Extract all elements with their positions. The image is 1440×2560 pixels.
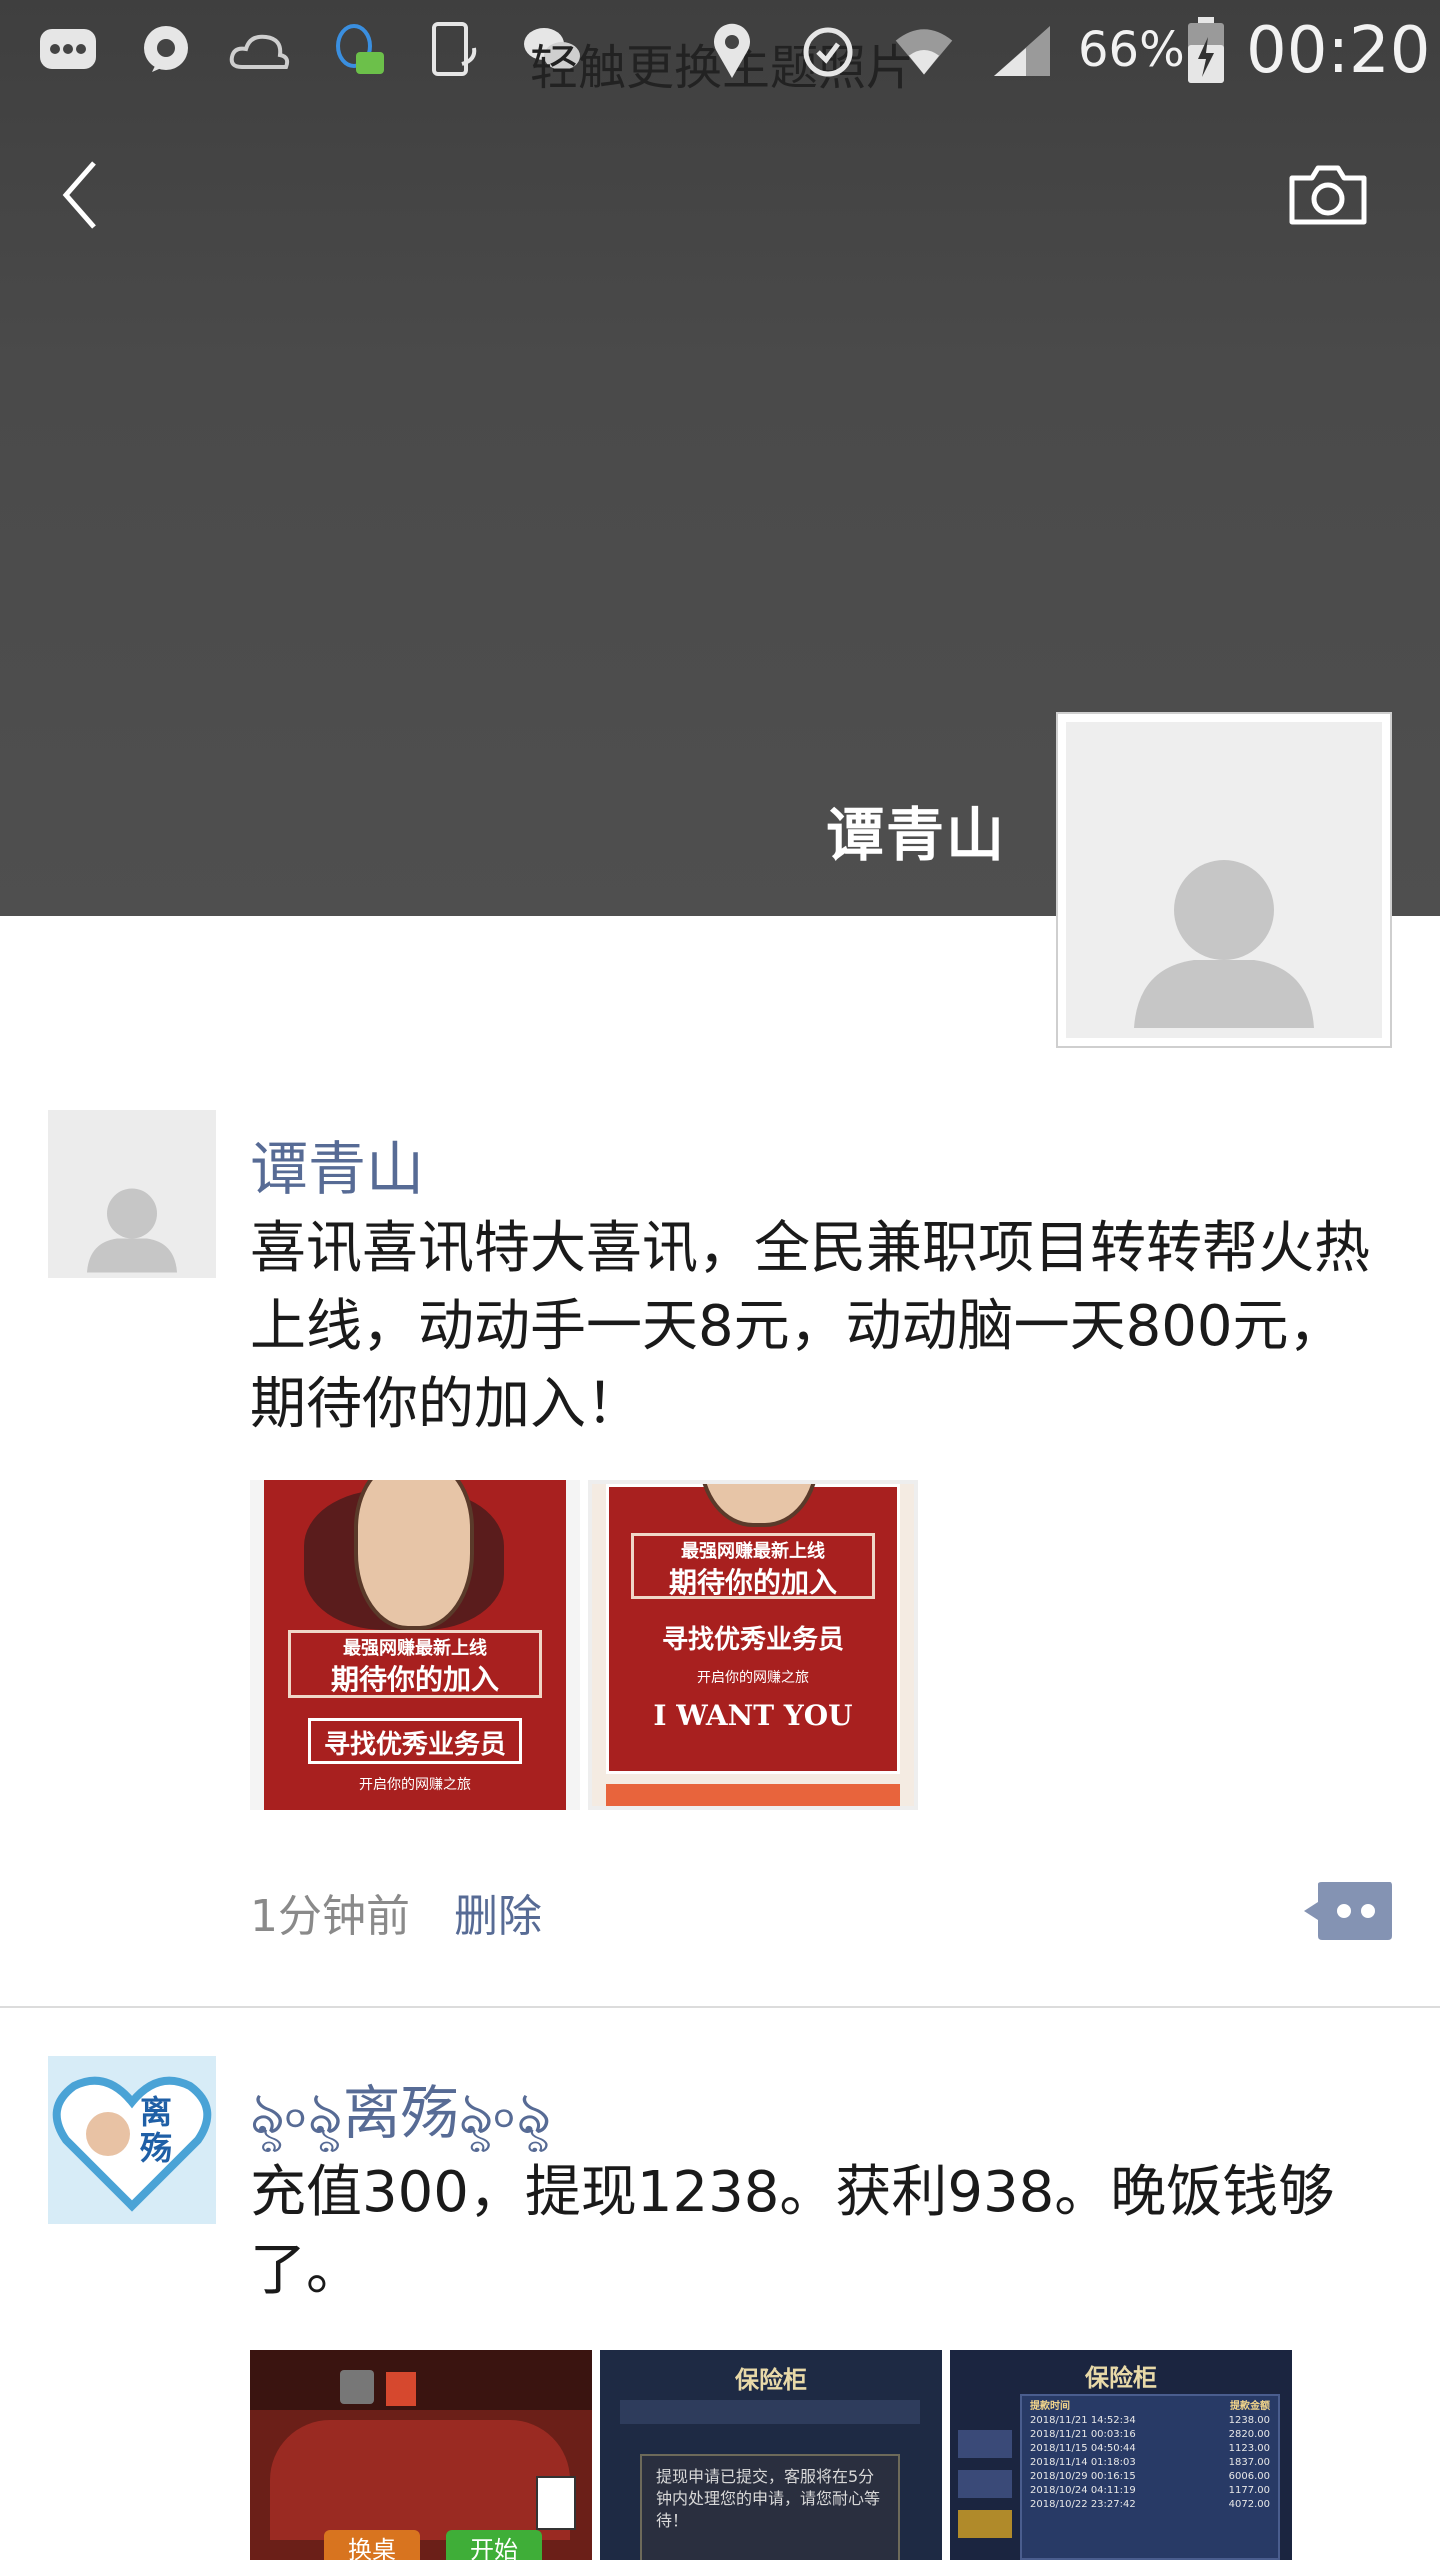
profile-avatar[interactable] bbox=[1056, 712, 1392, 1048]
row-amount: 1837.00 bbox=[1228, 2457, 1270, 2468]
row-time: 2018/10/22 23:27:42 bbox=[1030, 2499, 1136, 2510]
row-time: 2018/11/15 04:50:44 bbox=[1030, 2443, 1136, 2454]
more-dots-icon bbox=[1304, 1882, 1392, 1940]
start-button: 开始 bbox=[446, 2530, 542, 2560]
phone-sync-icon bbox=[424, 18, 488, 82]
avatar-text: 离殇 bbox=[140, 2093, 173, 2167]
withdraw-records-table: 提款时间 提款金额 2018/11/21 14:52:34 1238.00 201… bbox=[1020, 2394, 1280, 2560]
battery-icon bbox=[1174, 17, 1238, 83]
withdraw-notice: 提现申请已提交，客服将在5分钟内处理您的申请，请您耐心等待！ bbox=[640, 2454, 900, 2560]
poster-headline: 最强网赚最新上线 bbox=[681, 1541, 825, 1562]
row-time: 2018/11/14 01:18:03 bbox=[1030, 2457, 1136, 2468]
table-row: 2018/11/14 01:18:03 1837.00 bbox=[1030, 2456, 1270, 2470]
row-amount: 4072.00 bbox=[1228, 2499, 1270, 2510]
cover-username: 谭青山 bbox=[826, 801, 1007, 869]
poster-footer: 开启你的网赚之旅 bbox=[697, 1670, 809, 1686]
post-image[interactable]: 换桌 开始 bbox=[250, 2350, 592, 2560]
message-icon bbox=[36, 18, 100, 82]
post-text: 喜讯喜讯特大喜讯，全民兼职项目转转帮火热上线，动动手一天8元，动动脑一天800元… bbox=[250, 1216, 1370, 1437]
alarm-icon bbox=[796, 18, 860, 82]
qq-icon bbox=[326, 18, 390, 82]
table-row: 2018/10/24 04:11:19 1177.00 bbox=[1030, 2484, 1270, 2498]
poster-headline: 最强网赚最新上线 bbox=[343, 1638, 487, 1659]
delete-button[interactable]: 删除 bbox=[454, 1880, 542, 1944]
row-amount: 1123.00 bbox=[1228, 2443, 1270, 2454]
table-row: 2018/11/15 04:50:44 1123.00 bbox=[1030, 2442, 1270, 2456]
wifi-icon bbox=[892, 18, 956, 82]
row-time: 2018/10/29 00:16:15 bbox=[1030, 2471, 1136, 2482]
default-avatar-icon bbox=[1134, 860, 1314, 1028]
poster-title: 期待你的加入 bbox=[330, 1663, 499, 1696]
battery-percent: 66% bbox=[1078, 22, 1185, 78]
post-time: 1分钟前 bbox=[250, 1891, 410, 1942]
safe-title: 保险柜 bbox=[1085, 2364, 1157, 2392]
row-time: 2018/11/21 14:52:34 bbox=[1030, 2415, 1136, 2426]
post-images: 最强网赚最新上线 期待你的加入 寻找优秀业务员 开启你的网赚之旅 最强网赚最新上… bbox=[250, 1480, 918, 1810]
back-button[interactable] bbox=[40, 150, 120, 240]
post-author[interactable]: 谭青山 bbox=[250, 1122, 424, 1206]
signal-icon bbox=[990, 18, 1054, 82]
post-image[interactable]: 保险柜 提款时间 提款金额 2018/11/21 14:52:34 1238.00… bbox=[950, 2350, 1292, 2560]
table-row: 2018/10/22 23:27:42 4072.00 bbox=[1030, 2498, 1270, 2512]
poster-subtitle: 寻找优秀业务员 bbox=[323, 1730, 506, 1760]
chevron-left-icon bbox=[62, 161, 96, 229]
poster-title: 期待你的加入 bbox=[668, 1566, 837, 1599]
camera-button[interactable] bbox=[1278, 150, 1378, 240]
post-images: 换桌 开始 保险柜 提现申请已提交，客服将在5分钟内处理您的申请，请您耐心等待！… bbox=[250, 2350, 1292, 2560]
clock: 00:20 bbox=[1246, 14, 1431, 88]
moment-post: 离殇 ৡ৹ৡ离殇ৡ৹ৡ 充值300，提现1238。获利938。晚饭钱够了。 换桌… bbox=[0, 2056, 1440, 2560]
post-image[interactable]: 最强网赚最新上线 期待你的加入 寻找优秀业务员 开启你的网赚之旅 I WANT … bbox=[588, 1480, 918, 1810]
post-text: 充值300，提现1238。获利938。晚饭钱够了。 bbox=[250, 2160, 1335, 2303]
row-time: 2018/10/24 04:11:19 bbox=[1030, 2485, 1136, 2496]
table-row: 2018/11/21 14:52:34 1238.00 bbox=[1030, 2414, 1270, 2428]
post-author[interactable]: ৡ৹ৡ离殇ৡ৹ৡ bbox=[250, 2066, 551, 2166]
pointing-hand-image bbox=[699, 1484, 819, 1527]
row-amount: 2820.00 bbox=[1228, 2429, 1270, 2440]
table-row: 2018/11/21 00:03:16 2820.00 bbox=[1030, 2428, 1270, 2442]
table-header-amount: 提款金额 bbox=[1230, 2401, 1270, 2412]
row-amount: 1177.00 bbox=[1228, 2485, 1270, 2496]
table-row: 2018/10/29 00:16:15 6006.00 bbox=[1030, 2470, 1270, 2484]
post-image[interactable]: 最强网赚最新上线 期待你的加入 寻找优秀业务员 开启你的网赚之旅 bbox=[250, 1480, 580, 1810]
post-image[interactable]: 保险柜 提现申请已提交，客服将在5分钟内处理您的申请，请您耐心等待！ bbox=[600, 2350, 942, 2560]
weather-icon bbox=[228, 18, 292, 82]
post-avatar[interactable] bbox=[48, 1110, 216, 1278]
poster-tag: I WANT YOU bbox=[653, 1699, 853, 1732]
row-amount: 6006.00 bbox=[1228, 2471, 1270, 2482]
moment-post: 谭青山 喜讯喜讯特大喜讯，全民兼职项目转转帮火热上线，动动手一天8元，动动脑一天… bbox=[0, 1110, 1440, 2010]
status-bar: 轻触更换主题照片 66% 00:20 bbox=[0, 0, 1440, 100]
poster-subtitle: 寻找优秀业务员 bbox=[661, 1625, 844, 1655]
row-amount: 1238.00 bbox=[1228, 2415, 1270, 2426]
chat-bubble-icon bbox=[134, 18, 198, 82]
table-header-time: 提款时间 bbox=[1030, 2401, 1070, 2412]
poster-footer: 开启你的网赚之旅 bbox=[359, 1777, 471, 1793]
row-time: 2018/11/21 00:03:16 bbox=[1030, 2429, 1136, 2440]
default-avatar-icon bbox=[87, 1188, 177, 1273]
safe-title: 保险柜 bbox=[735, 2366, 807, 2394]
comment-button[interactable] bbox=[1304, 1882, 1392, 1940]
camera-icon bbox=[1289, 165, 1367, 225]
post-divider bbox=[0, 2006, 1440, 2008]
change-table-button: 换桌 bbox=[324, 2530, 420, 2560]
pointing-hand-image bbox=[354, 1480, 474, 1630]
post-avatar[interactable]: 离殇 bbox=[48, 2056, 216, 2224]
location-icon bbox=[700, 18, 764, 82]
heart-avatar-icon bbox=[48, 2056, 216, 2224]
